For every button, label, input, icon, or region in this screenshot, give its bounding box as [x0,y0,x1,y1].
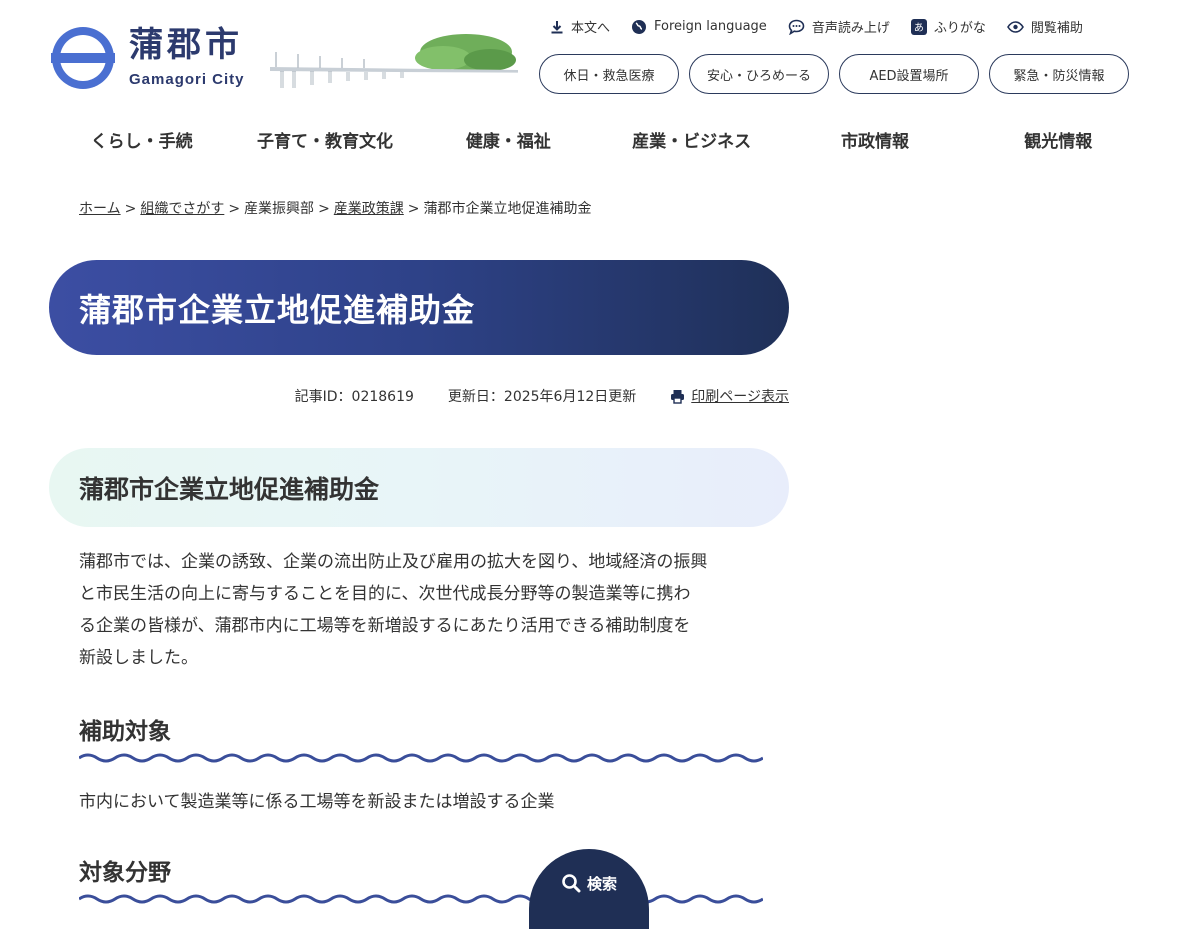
emergency-disaster-info-button[interactable]: 緊急・防災情報 [989,54,1129,94]
section-heading-box: 蒲郡市企業立地促進補助金 [49,448,789,527]
download-icon [551,20,563,33]
section-heading: 蒲郡市企業立地促進補助金 [79,474,380,504]
intro-line: と市民生活の向上に寄与することを目的に、次世代成長分野等の製造業等に携わ [79,584,691,604]
print-page-label: 印刷ページ表示 [691,389,789,405]
furigana-label: ふりがな [933,21,986,36]
anshin-hiromail-button[interactable]: 安心・ひろめーる [689,54,829,94]
furigana-icon: あ [910,18,927,35]
nav-item-tourism[interactable]: 観光情報 [967,125,1150,154]
intro-paragraph: 蒲郡市では、企業の誘致、企業の流出防止及び雇用の拡大を図り、地域経済の振興 と市… [79,546,764,674]
nav-item-health-welfare[interactable]: 健康・福祉 [417,125,600,154]
breadcrumb-separator: > [228,201,241,217]
accessibility-label: 閲覧補助 [1030,21,1083,36]
printer-icon [671,389,685,404]
furigana-link[interactable]: あ ふりがな [910,17,986,36]
city-emblem-icon [51,27,115,89]
breadcrumb-separator: > [318,201,330,217]
speech-bubble-icon [788,19,805,35]
article-meta: 記事ID：0218619 更新日：2025年6月12日更新 印刷ページ表示 [295,386,789,406]
quick-links: 休日・救急医療 安心・ひろめーる AED設置場所 緊急・防災情報 [539,54,1129,94]
page-title: 蒲郡市企業立地促進補助金 [79,290,476,329]
breadcrumb-separator: > [407,201,420,217]
subsidy-target-text: 市内において製造業等に係る工場等を新設または増設する企業 [79,792,555,812]
skip-to-content-label: 本文へ [571,21,611,36]
target-fields-heading: 対象分野 [79,860,171,886]
intro-line: 蒲郡市では、企業の誘致、企業の流出防止及び雇用の拡大を図り、地域経済の振興 [79,552,708,572]
breadcrumb-separator: > [124,201,137,217]
nav-item-childcare-education[interactable]: 子育て・教育文化 [233,125,416,154]
foreign-language-link[interactable]: Foreign language [631,19,767,35]
text-to-speech-link[interactable]: 音声読み上げ [788,17,890,36]
accessibility-link[interactable]: 閲覧補助 [1006,17,1083,36]
updated-date: 更新日：2025年6月12日更新 [447,389,637,405]
site-logo[interactable]: 蒲郡市 Gamagori City [51,26,245,90]
search-button[interactable]: 検索 [529,849,649,929]
nav-item-city-administration[interactable]: 市政情報 [783,125,966,154]
breadcrumb-current: 蒲郡市企業立地促進補助金 [423,201,592,217]
subsidy-target-heading: 補助対象 [79,719,171,745]
search-label: 検索 [586,874,617,893]
breadcrumb-organization-link[interactable]: 組織でさがす [140,201,224,217]
wave-divider [79,894,763,904]
globe-icon [632,19,647,34]
global-navigation: くらし・手続 子育て・教育文化 健康・福祉 産業・ビジネス 市政情報 観光情報 [50,125,1150,154]
article-id: 記事ID：0218619 [294,389,414,405]
site-name-en: Gamagori City [129,71,245,88]
intro-line: 新設しました。 [79,648,198,668]
print-page-link[interactable]: 印刷ページ表示 [670,386,789,406]
breadcrumb-home-link[interactable]: ホーム [79,201,121,217]
breadcrumb-division-link[interactable]: 産業政策課 [334,201,404,217]
aed-locations-button[interactable]: AED設置場所 [839,54,979,94]
utility-menu: 本文へ Foreign language 音声読み上げ あ ふりがな 閲覧補助 [550,17,1083,36]
foreign-language-label: Foreign language [654,19,767,34]
skip-to-content-link[interactable]: 本文へ [550,17,610,36]
page-title-banner: 蒲郡市企業立地促進補助金 [49,260,789,355]
breadcrumb: ホーム > 組織でさがす > 産業振興部 > 産業政策課 > 蒲郡市企業立地促進補助金 [79,198,592,218]
site-name: 蒲郡市 [129,25,243,65]
breadcrumb-department: 産業振興部 [244,201,315,217]
intro-line: る企業の皆様が、蒲郡市内に工場等を新増設するにあたり活用できる補助制度を [79,616,691,636]
search-icon [562,874,581,893]
text-to-speech-label: 音声読み上げ [811,21,890,36]
nav-item-living[interactable]: くらし・手続 [50,125,233,154]
nav-item-industry-business[interactable]: 産業・ビジネス [600,125,783,154]
eye-icon [1006,20,1024,33]
bridge-island-illustration [268,34,520,92]
wave-divider [79,753,763,763]
holiday-emergency-medical-button[interactable]: 休日・救急医療 [539,54,679,94]
